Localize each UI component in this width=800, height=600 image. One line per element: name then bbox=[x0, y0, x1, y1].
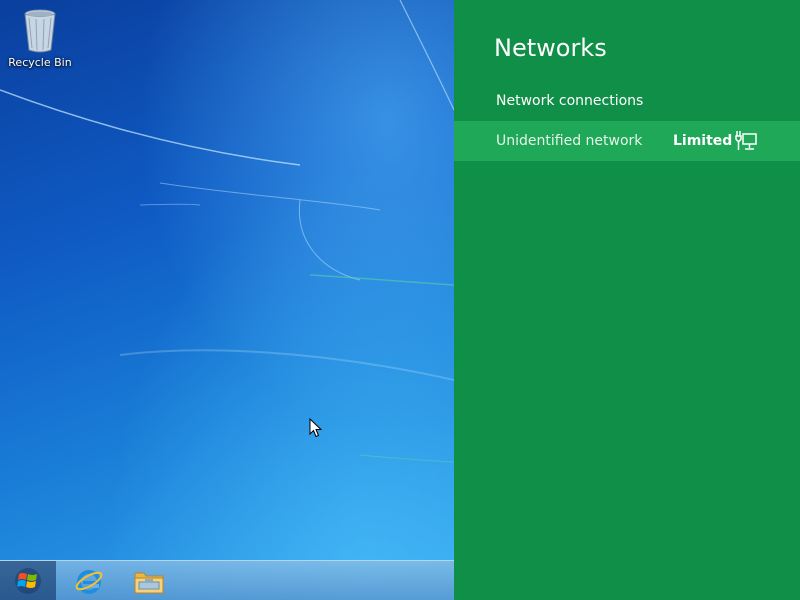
wired-network-icon bbox=[735, 131, 757, 150]
start-button[interactable] bbox=[0, 561, 56, 600]
folder-icon bbox=[134, 572, 164, 594]
screen: Recycle Bin Networks Network connections… bbox=[0, 0, 800, 600]
taskbar bbox=[0, 560, 454, 600]
internet-explorer-button[interactable] bbox=[64, 563, 114, 599]
network-name: Unidentified network bbox=[496, 133, 643, 149]
desktop-icon-recycle-bin[interactable]: Recycle Bin bbox=[4, 4, 76, 69]
desktop-icon-label: Recycle Bin bbox=[8, 56, 72, 69]
wallpaper-light-streaks bbox=[0, 0, 454, 463]
windows-logo-icon bbox=[15, 568, 41, 594]
internet-explorer-icon bbox=[75, 570, 103, 594]
file-explorer-button[interactable] bbox=[124, 563, 174, 599]
section-heading-network-connections: Network connections bbox=[496, 93, 644, 109]
network-connection-item[interactable]: Unidentified network Limited bbox=[454, 121, 800, 161]
network-status: Limited bbox=[673, 133, 733, 149]
recycle-bin-icon bbox=[24, 9, 56, 53]
mouse-cursor-icon bbox=[309, 418, 323, 438]
pane-title: Networks bbox=[494, 34, 607, 62]
networks-pane: Networks Network connections Unidentifie… bbox=[454, 0, 800, 600]
desktop[interactable]: Recycle Bin bbox=[0, 0, 454, 600]
